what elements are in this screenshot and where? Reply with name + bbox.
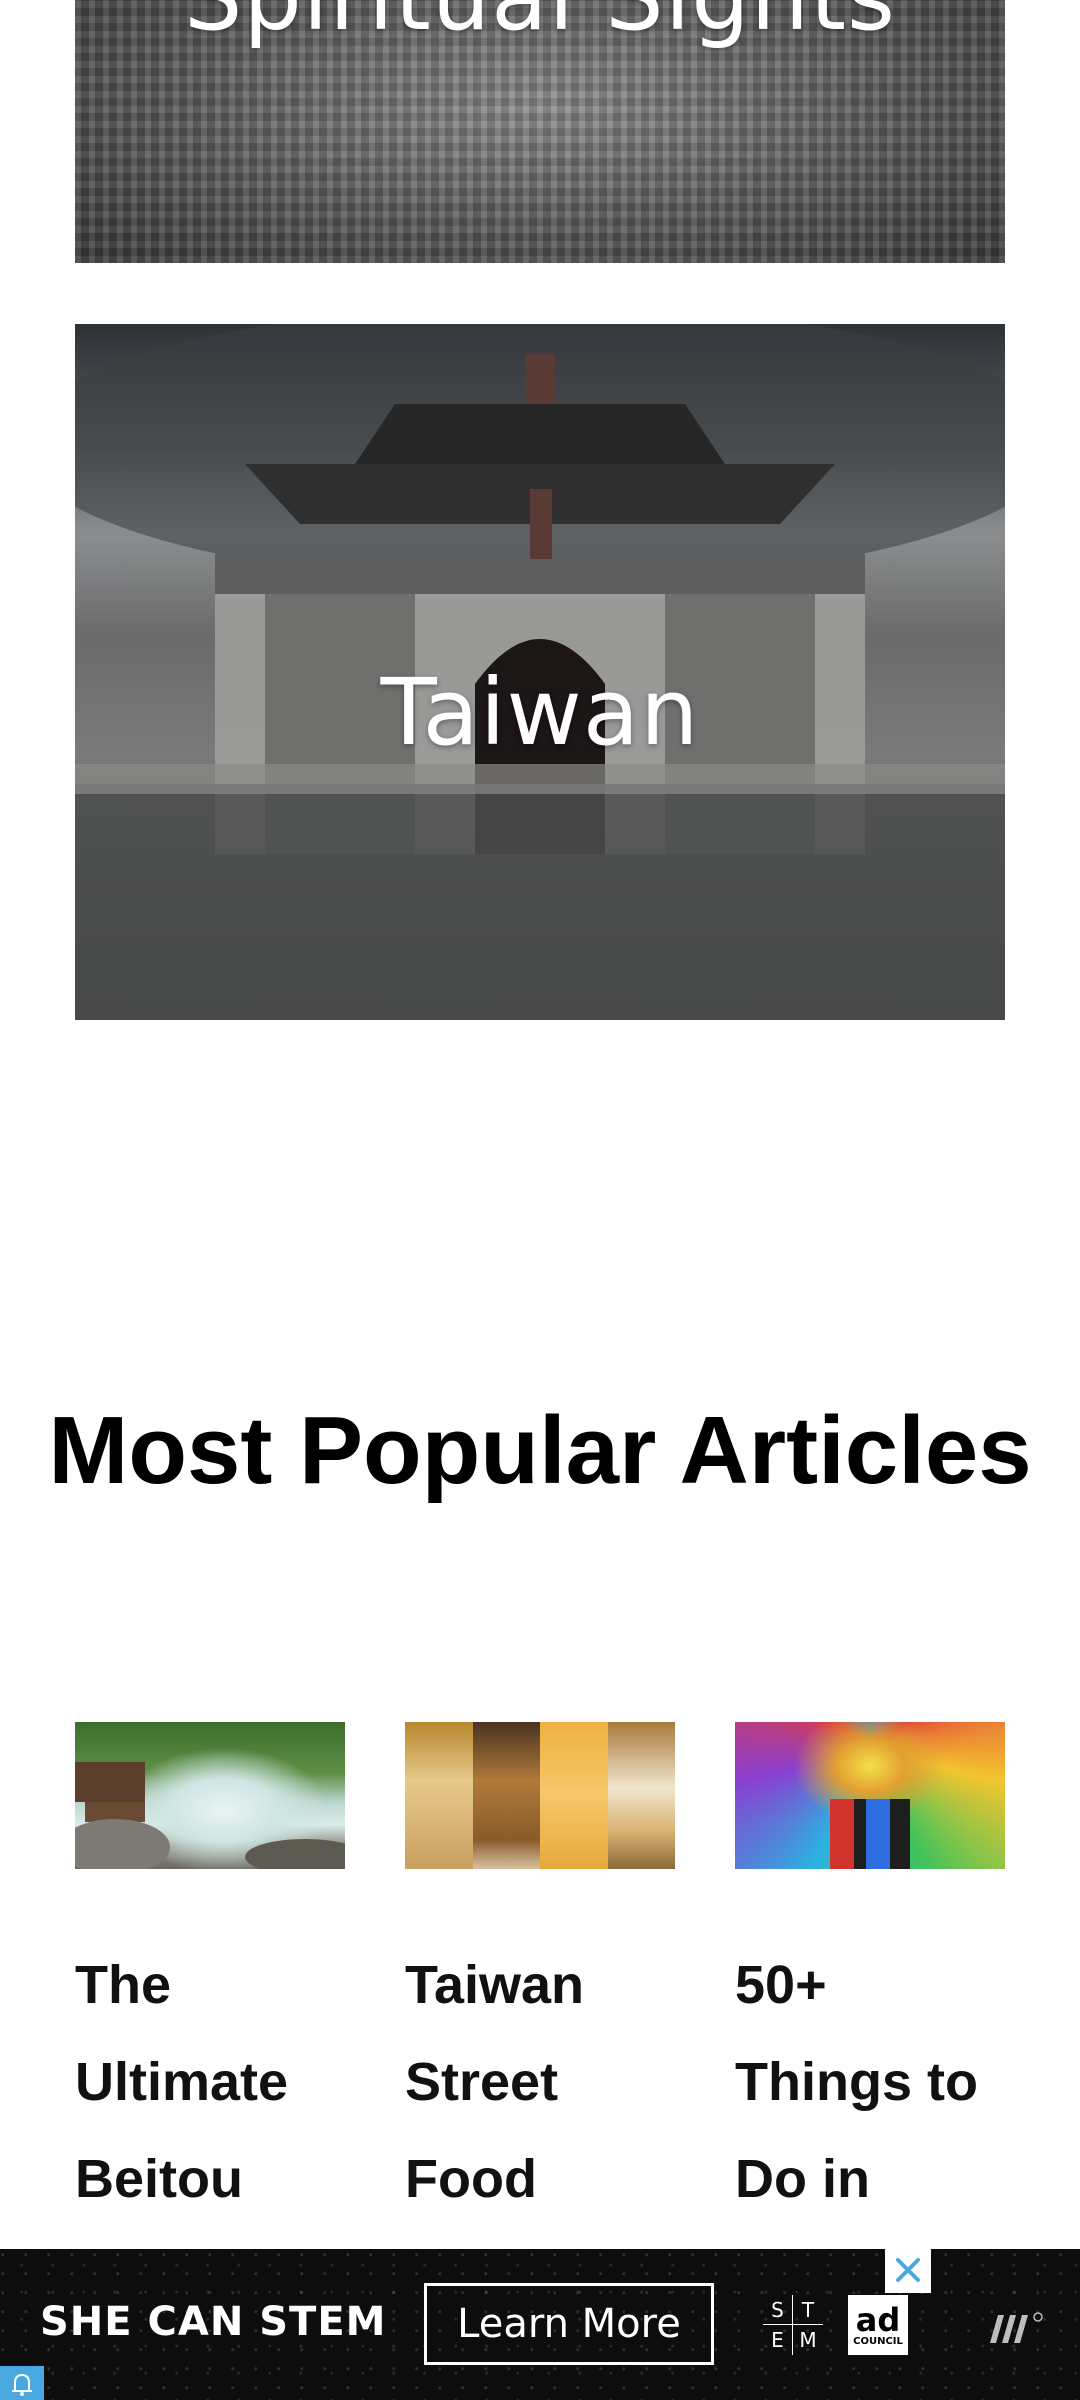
article-card[interactable]: Taiwan Street Food Bucket: [405, 1722, 675, 2325]
learn-more-button[interactable]: Learn More: [424, 2283, 714, 2365]
close-icon: [896, 2258, 920, 2282]
brand-logo-icon: [990, 2312, 1043, 2343]
stem-letter: S: [763, 2295, 793, 2325]
ad-banner[interactable]: SHE CAN STEM Learn More S T E M ad COUNC…: [0, 2247, 1080, 2400]
card-title: Spiritual Sights: [75, 0, 1005, 51]
ad-headline: SHE CAN STEM: [40, 2299, 387, 2345]
section-heading: Most Popular Articles: [48, 1397, 1032, 1504]
adchoices-button[interactable]: [0, 2366, 44, 2400]
article-card[interactable]: 50+ Things to Do in Kaohsiun: [735, 1722, 1005, 2325]
stem-letter: M: [799, 2328, 817, 2352]
article-card[interactable]: The Ultimate Beitou Hot: [75, 1722, 345, 2325]
article-thumbnail[interactable]: [75, 1722, 345, 1869]
ad-council-mark: ad: [855, 2300, 901, 2339]
stem-letter: E: [763, 2325, 793, 2355]
ad-council-logo: ad COUNCIL: [848, 2295, 908, 2355]
close-ad-button[interactable]: [885, 2247, 931, 2293]
card-taiwan[interactable]: Taiwan: [75, 324, 1005, 1020]
card-title: Taiwan: [380, 658, 700, 766]
article-thumbnail[interactable]: [735, 1722, 1005, 1869]
article-thumbnail[interactable]: [405, 1722, 675, 1869]
stem-logo: S T E M: [763, 2295, 823, 2355]
card-spiritual-sights[interactable]: Spiritual Sights: [75, 0, 1005, 263]
ad-council-text: COUNCIL: [853, 2335, 903, 2347]
adchoices-icon: [12, 2373, 32, 2396]
stem-letter: T: [793, 2295, 823, 2325]
